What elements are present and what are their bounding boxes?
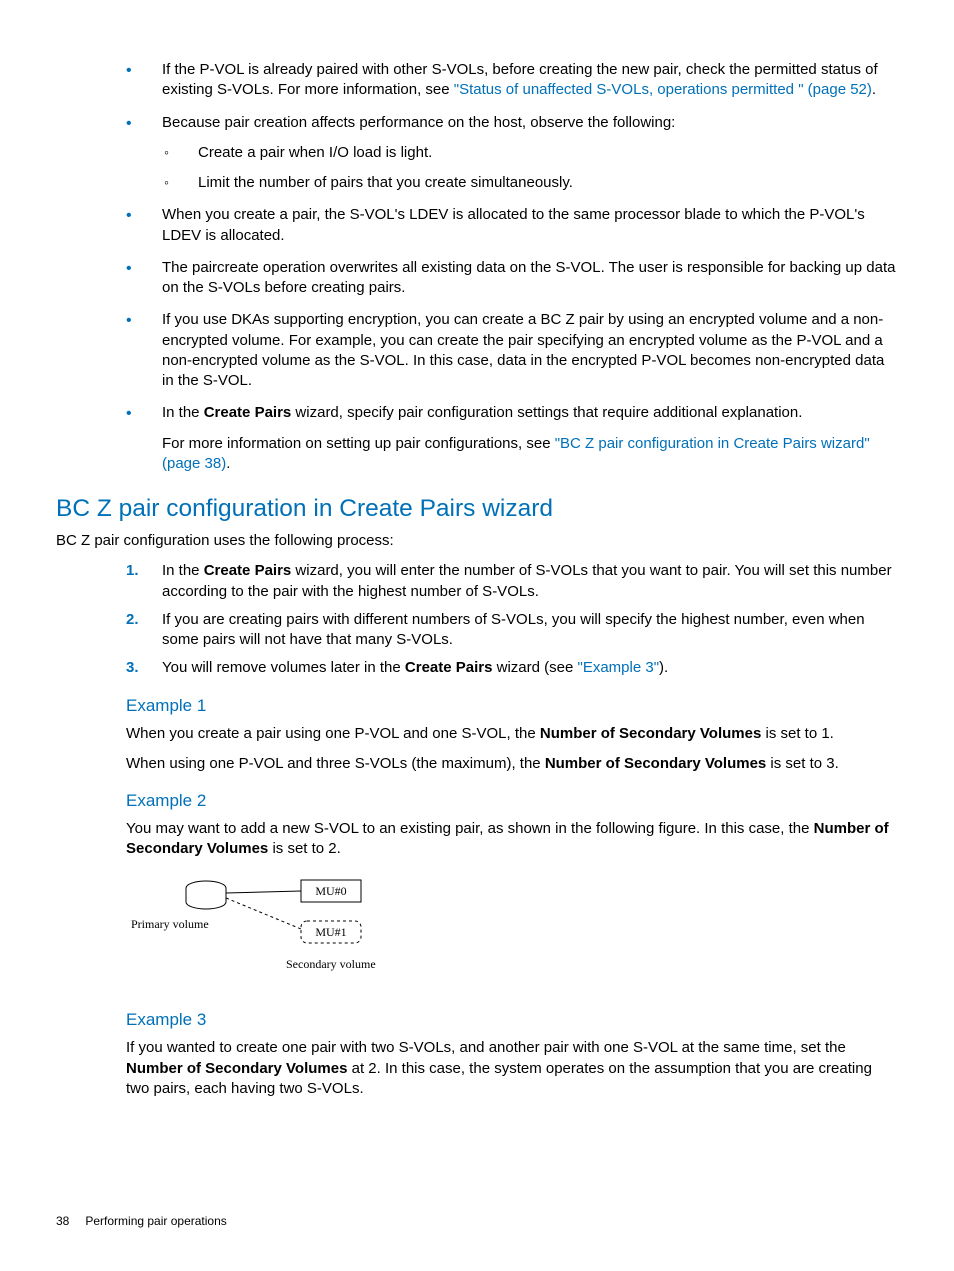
section-intro: BC Z pair configuration uses the followi… [56, 531, 898, 551]
text: Limit the number of pairs that you creat… [198, 174, 573, 191]
mu0-label: MU#0 [315, 884, 346, 898]
list-item: When you create a pair, the S-VOL's LDEV… [126, 205, 898, 246]
numbered-list: 1. In the Create Pairs wizard, you will … [126, 561, 898, 678]
text: wizard, specify pair configuration setti… [291, 404, 802, 421]
text: . [872, 81, 876, 98]
text: In the [162, 404, 204, 421]
paragraph: When using one P-VOL and three S-VOLs (t… [126, 754, 898, 774]
volume-diagram: MU#0 MU#1 Primary volume Secondary volum… [126, 873, 386, 993]
page-footer: 38 Performing pair operations [56, 1213, 227, 1229]
paragraph: If you wanted to create one pair with tw… [126, 1038, 898, 1099]
paragraph: For more information on setting up pair … [162, 434, 898, 475]
list-item: If you use DKAs supporting encryption, y… [126, 310, 898, 391]
text: When you create a pair, the S-VOL's LDEV… [162, 206, 865, 243]
example-heading: Example 1 [126, 695, 898, 718]
list-item: Create a pair when I/O load is light. [162, 143, 898, 163]
text: If you use DKAs supporting encryption, y… [162, 311, 884, 389]
step-number: 3. [126, 658, 139, 678]
text: For more information on setting up pair … [162, 435, 555, 452]
text: When you create a pair using one P-VOL a… [126, 725, 540, 742]
text: When using one P-VOL and three S-VOLs (t… [126, 755, 545, 772]
list-item: In the Create Pairs wizard, specify pair… [126, 403, 898, 474]
text: You will remove volumes later in the [162, 659, 405, 676]
bold-text: Number of Secondary Volumes [540, 725, 761, 742]
bold-text: Create Pairs [405, 659, 493, 676]
text: Create a pair when I/O load is light. [198, 144, 432, 161]
bold-text: Create Pairs [204, 404, 292, 421]
list-item: 1. In the Create Pairs wizard, you will … [126, 561, 898, 602]
list-item: If the P-VOL is already paired with othe… [126, 60, 898, 101]
text: . [226, 455, 230, 472]
top-bullet-list: If the P-VOL is already paired with othe… [126, 60, 898, 474]
text: If you wanted to create one pair with tw… [126, 1039, 846, 1056]
link-example-3[interactable]: "Example 3" [578, 659, 660, 676]
primary-label: Primary volume [131, 917, 209, 931]
secondary-label: Secondary volume [286, 957, 376, 971]
paragraph: You may want to add a new S-VOL to an ex… [126, 819, 898, 860]
text: If you are creating pairs with different… [162, 611, 865, 648]
text: Because pair creation affects performanc… [162, 114, 675, 131]
step-number: 1. [126, 561, 139, 581]
page-number: 38 [56, 1214, 69, 1228]
text: wizard (see [492, 659, 577, 676]
paragraph: When you create a pair using one P-VOL a… [126, 724, 898, 744]
step-number: 2. [126, 610, 139, 630]
footer-title: Performing pair operations [85, 1214, 226, 1228]
page: If the P-VOL is already paired with othe… [0, 0, 954, 1271]
example-2: Example 2 You may want to add a new S-VO… [126, 790, 898, 859]
sub-list: Create a pair when I/O load is light. Li… [162, 143, 898, 194]
example-3: Example 3 If you wanted to create one pa… [126, 1009, 898, 1099]
bold-text: Create Pairs [204, 562, 292, 579]
diagram-svg: MU#0 MU#1 Primary volume Secondary volum… [126, 873, 386, 993]
list-item: Because pair creation affects performanc… [126, 113, 898, 194]
text: ). [659, 659, 668, 676]
text: You may want to add a new S-VOL to an ex… [126, 820, 814, 837]
bold-text: Number of Secondary Volumes [545, 755, 766, 772]
text: is set to 3. [766, 755, 839, 772]
list-item: The paircreate operation overwrites all … [126, 258, 898, 299]
link-status-unaffected[interactable]: "Status of unaffected S-VOLs, operations… [454, 81, 872, 98]
example-heading: Example 3 [126, 1009, 898, 1032]
example-1: Example 1 When you create a pair using o… [126, 695, 898, 774]
text: is set to 1. [761, 725, 834, 742]
bold-text: Number of Secondary Volumes [126, 1060, 347, 1077]
text: In the [162, 562, 204, 579]
list-item: Limit the number of pairs that you creat… [162, 173, 898, 193]
text: is set to 2. [268, 840, 341, 857]
text: The paircreate operation overwrites all … [162, 259, 895, 296]
list-item: 3. You will remove volumes later in the … [126, 658, 898, 678]
list-item: 2. If you are creating pairs with differ… [126, 610, 898, 651]
section-heading: BC Z pair configuration in Create Pairs … [56, 492, 898, 525]
example-heading: Example 2 [126, 790, 898, 813]
mu1-label: MU#1 [315, 925, 346, 939]
